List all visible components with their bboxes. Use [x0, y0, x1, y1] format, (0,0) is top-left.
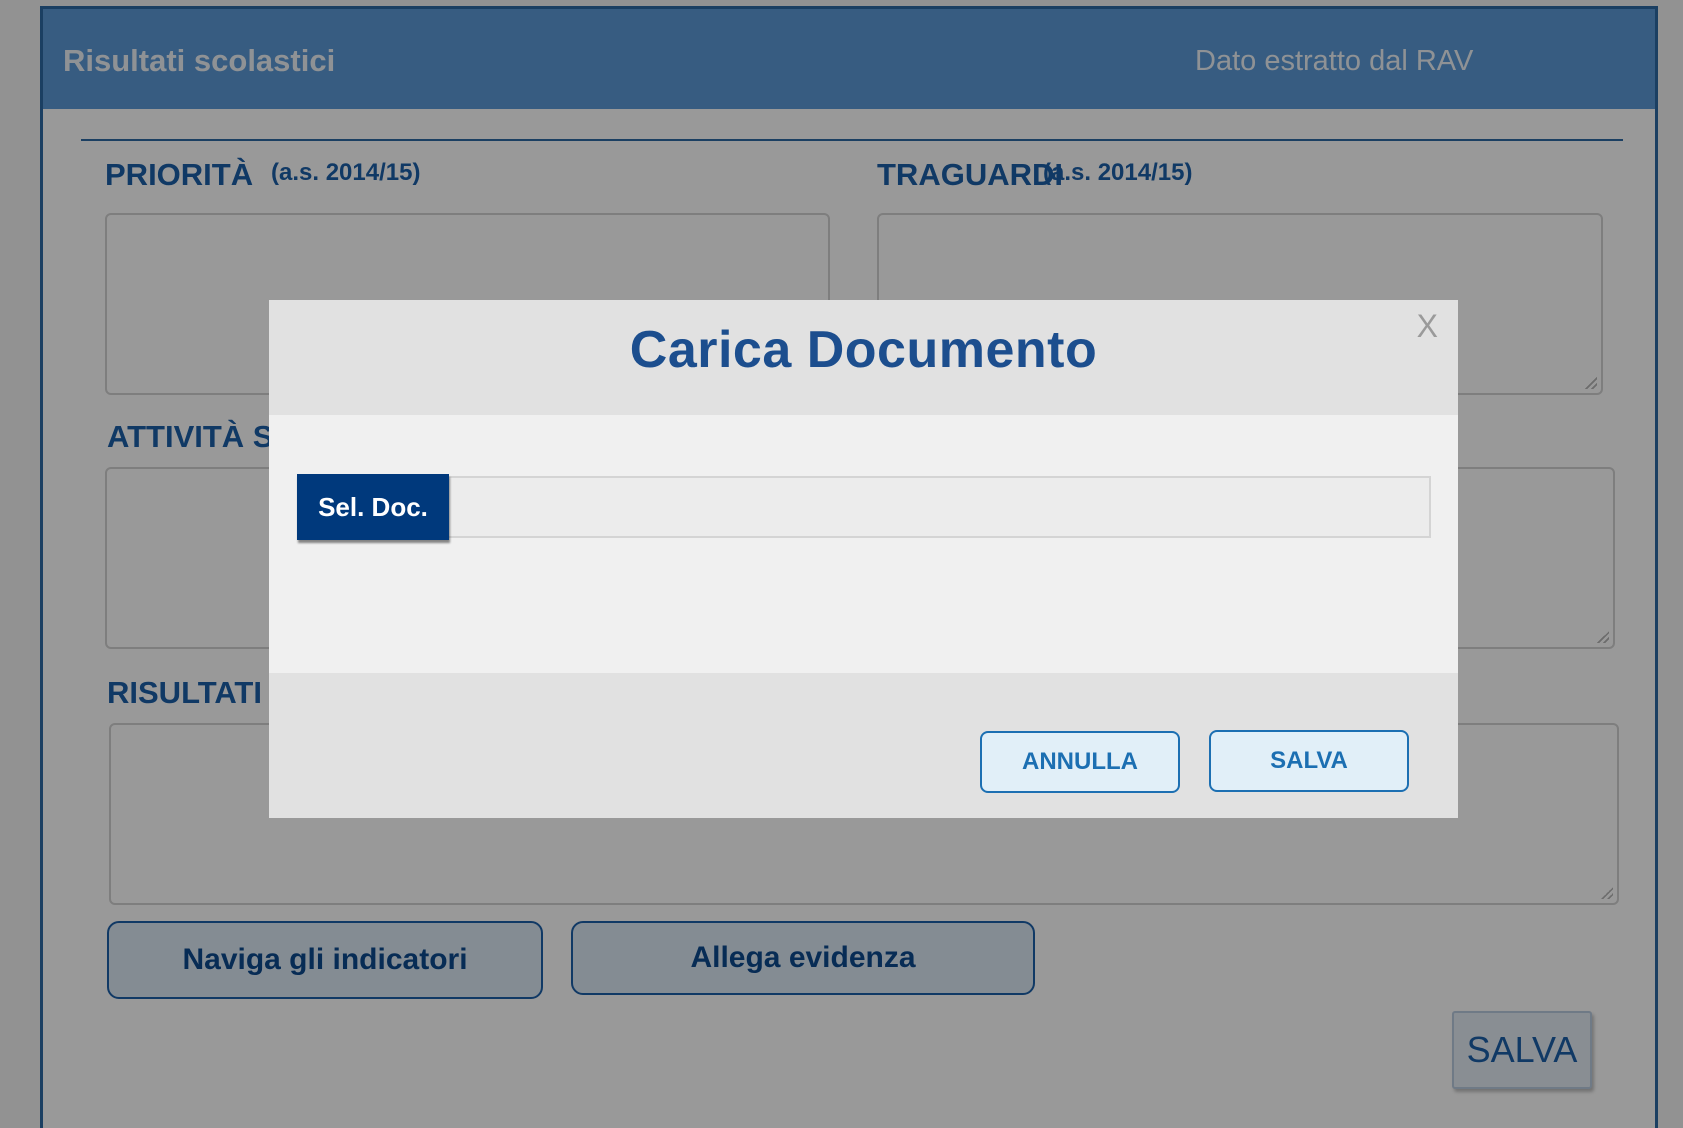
dialog-header: Carica Documento X	[269, 300, 1458, 415]
file-path-field[interactable]	[447, 476, 1431, 538]
annulla-button[interactable]: ANNULLA	[980, 731, 1180, 793]
close-icon[interactable]: X	[1417, 308, 1438, 345]
select-document-button[interactable]: Sel. Doc.	[297, 474, 449, 540]
file-picker: Sel. Doc.	[297, 474, 1431, 540]
dialog-salva-button[interactable]: SALVA	[1209, 730, 1409, 792]
dialog-footer: ANNULLA SALVA	[269, 673, 1458, 818]
dialog-title: Carica Documento	[629, 321, 1098, 379]
upload-document-dialog: Carica Documento X Sel. Doc. ANNULLA SAL…	[269, 300, 1458, 818]
